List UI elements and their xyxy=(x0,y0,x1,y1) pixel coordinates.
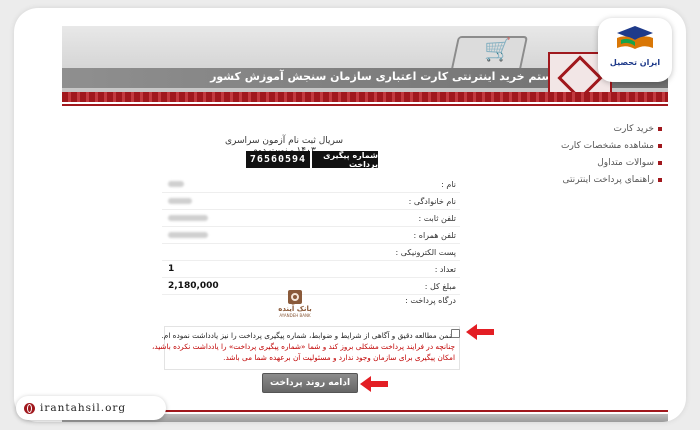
sidebar-menu: خرید کارت مشاهده مشخصات کارت سوالات متدا… xyxy=(554,120,662,188)
field-value: 1 xyxy=(168,264,175,274)
arrow-left-icon xyxy=(360,376,388,392)
field-label: درگاه پرداخت : xyxy=(405,296,456,305)
tracking-number: 76560594 xyxy=(246,151,310,168)
globe-icon xyxy=(24,402,35,414)
form-row-mobile: تلفن همراه : xyxy=(162,227,460,244)
brand-name: ایران تحصیل xyxy=(609,58,661,67)
terms-warning-line-1: چنانچه در فرایند پرداخت مشکلی بروز کند و… xyxy=(152,342,455,351)
bullet-icon xyxy=(658,160,662,165)
bank-logo-icon xyxy=(288,290,302,304)
form-row-last-name: نام خانوادگی : xyxy=(162,193,460,210)
field-label: تعداد : xyxy=(434,264,456,274)
sidebar-item-faq[interactable]: سوالات متداول xyxy=(554,154,662,171)
bank-name-latin: AYANDEH BANK xyxy=(279,313,311,318)
bullet-icon xyxy=(658,143,662,148)
screenshot-frame: 🛒 سیستم خرید اینترنتی کارت اعتباری سازما… xyxy=(14,8,686,422)
form-row-phone: تلفن ثابت : xyxy=(162,210,460,227)
sidebar-item-view-card[interactable]: مشاهده مشخصات کارت xyxy=(554,137,662,154)
payment-gateway-row: درگاه پرداخت : بانک آینده AYANDEH BANK xyxy=(162,290,460,320)
sidebar-item-label: راهنمای پرداخت اینترنتی xyxy=(562,174,654,185)
arrow-left-icon xyxy=(466,324,494,340)
terms-warning-line-2: امکان پیگیری برای سازمان وجود ندارد و مس… xyxy=(223,353,455,362)
header-ornament-band xyxy=(62,92,668,102)
cart-icon: 🛒 xyxy=(484,38,512,63)
continue-payment-button[interactable]: ادامه روند پرداخت xyxy=(262,373,358,393)
bullet-icon xyxy=(658,177,662,182)
tracking-box: 76560594 شماره پیگیری پرداخت xyxy=(246,151,378,169)
field-label: نام : xyxy=(441,179,456,189)
graduation-book-icon xyxy=(617,26,653,49)
field-label: نام خانوادگی : xyxy=(408,196,456,206)
field-label: تلفن همراه : xyxy=(413,230,456,240)
website-badge: irantahsil.org xyxy=(16,396,166,420)
payment-details-form: نام : نام خانوادگی : تلفن ثابت : تلفن هم… xyxy=(162,176,460,295)
form-row-email: پست الکترونیکی : xyxy=(162,244,460,261)
terms-agree-text: ضمن مطالعه دقیق و آگاهی از شرایط و ضوابط… xyxy=(161,331,455,340)
bank-name: بانک آینده xyxy=(278,305,312,313)
field-value xyxy=(162,231,314,240)
field-value xyxy=(162,180,314,189)
bullet-icon xyxy=(658,126,662,131)
field-label: تلفن ثابت : xyxy=(418,213,456,223)
header-divider xyxy=(62,104,668,106)
website-url: irantahsil.org xyxy=(40,402,127,414)
field-value xyxy=(162,197,314,206)
sidebar-item-label: سوالات متداول xyxy=(597,157,654,168)
field-label: پست الکترونیکی : xyxy=(395,247,457,257)
tracking-label: شماره پیگیری پرداخت xyxy=(312,151,378,169)
sidebar-item-label: خرید کارت xyxy=(613,123,654,134)
terms-checkbox[interactable] xyxy=(451,329,460,338)
terms-box: ضمن مطالعه دقیق و آگاهی از شرایط و ضوابط… xyxy=(152,326,460,370)
page-title: سیستم خرید اینترنتی کارت اعتباری سازمان … xyxy=(210,70,568,83)
sidebar-item-label: مشاهده مشخصات کارت xyxy=(560,140,654,151)
form-row-first-name: نام : xyxy=(162,176,460,193)
sidebar-item-buy-card[interactable]: خرید کارت xyxy=(554,120,662,137)
form-row-quantity: تعداد : 1 xyxy=(162,261,460,278)
bank-gateway-logo[interactable]: بانک آینده AYANDEH BANK xyxy=(278,290,312,320)
sidebar-item-payment-guide[interactable]: راهنمای پرداخت اینترنتی xyxy=(554,171,662,188)
brand-badge: ایران تحصیل xyxy=(598,18,672,82)
field-value xyxy=(162,214,314,223)
